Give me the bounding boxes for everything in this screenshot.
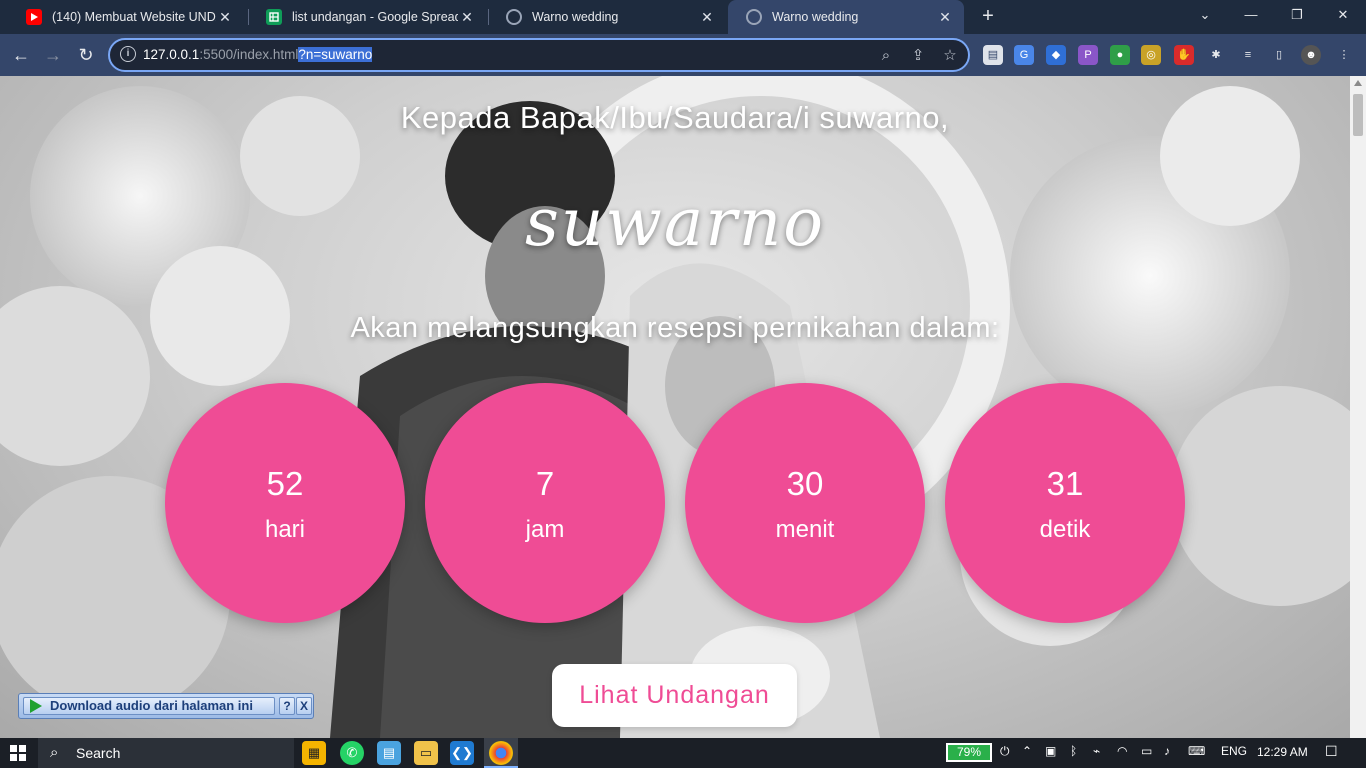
clock[interactable]: 12:29 AM — [1257, 745, 1308, 759]
translate-extension-icon[interactable]: G — [1014, 45, 1034, 65]
battery-icon[interactable]: ▭ — [1141, 744, 1152, 758]
url-text[interactable]: 127.0.0.1:5500/index.html?n=suwarno — [143, 47, 373, 62]
close-tab-icon[interactable]: ✕ — [216, 9, 234, 26]
audio-download-bar: Download audio dari halaman ini ? X — [18, 693, 314, 719]
side-panel-icon[interactable]: ▯ — [1269, 45, 1289, 65]
countdown-value: 31 — [1046, 465, 1084, 502]
search-label: Search — [76, 745, 121, 761]
search-icon: ⌕ — [50, 744, 59, 761]
countdown-value: 7 — [535, 465, 555, 502]
close-bar-button[interactable]: X — [296, 697, 312, 715]
adblock-extension-icon[interactable]: ✋ — [1174, 45, 1194, 65]
download-audio-button[interactable]: Download audio dari halaman ini — [23, 697, 275, 715]
page-viewport: Kepada Bapak/Ibu/Saudara/i suwarno, suwa… — [0, 76, 1350, 738]
tab-title: Warno wedding — [532, 10, 619, 24]
close-tab-icon[interactable]: ✕ — [698, 9, 716, 26]
show-hidden-icons-icon[interactable]: ⌃ — [1022, 744, 1032, 758]
forward-button[interactable]: → — [41, 43, 65, 67]
tab-warno-wedding-active[interactable]: Warno wedding ✕ — [728, 0, 964, 34]
keyboard-icon[interactable]: ⌨ — [1188, 744, 1205, 758]
tab-title: list undangan - Google Spreadsh — [292, 10, 458, 24]
pdf-extension-icon[interactable]: P — [1078, 45, 1098, 65]
play-icon — [30, 699, 42, 713]
file-explorer-icon[interactable]: ▭ — [414, 741, 438, 765]
countdown-unit: jam — [525, 516, 565, 543]
countdown-unit: menit — [775, 516, 835, 543]
bookmark-star-icon[interactable]: ☆ — [940, 46, 960, 66]
share-icon[interactable]: ⇪ — [908, 46, 928, 66]
restore-button[interactable]: ❐ — [1274, 0, 1320, 30]
site-info-icon[interactable]: i — [120, 46, 136, 62]
guest-name: suwarno — [524, 184, 825, 261]
globe-icon — [506, 9, 522, 25]
globe-icon — [746, 9, 762, 25]
earth-extension-icon[interactable]: ● — [1110, 45, 1130, 65]
url-host: 127.0.0.1 — [143, 47, 200, 62]
chrome-taskbar-active[interactable] — [484, 738, 518, 768]
reader-extension-icon[interactable]: ▤ — [983, 45, 1003, 65]
countdown-hours: 7 jam — [425, 383, 665, 623]
wifi-icon[interactable]: ◠ — [1117, 744, 1127, 758]
browser-menu-icon[interactable]: ⋮ — [1334, 45, 1354, 65]
tab-strip: (140) Membuat Website UNDAN ✕ list undan… — [0, 0, 1366, 34]
windows-start-icon[interactable] — [10, 745, 26, 761]
gem-extension-icon[interactable]: ◆ — [1046, 45, 1066, 65]
profile-avatar[interactable]: ☻ — [1301, 45, 1321, 65]
vscode-icon[interactable]: ❮❯ — [450, 741, 474, 765]
tab-search-icon[interactable]: ⌄ — [1182, 0, 1228, 30]
store-icon[interactable]: ▦ — [302, 741, 326, 765]
zoom-icon[interactable]: ⌕ — [876, 46, 896, 66]
countdown-days: 52 hari — [165, 383, 405, 623]
browser-toolbar: ← → ↻ i 127.0.0.1:5500/index.html?n=suwa… — [0, 34, 1366, 76]
extensions-puzzle-icon[interactable]: ✱ — [1206, 45, 1226, 65]
tab-title: (140) Membuat Website UNDAN — [52, 10, 216, 24]
reload-button[interactable]: ↻ — [74, 43, 98, 67]
countdown-minutes: 30 menit — [685, 383, 925, 623]
help-button[interactable]: ? — [279, 697, 295, 715]
url-query-selected: ?n=suwarno — [298, 47, 373, 62]
youtube-icon — [26, 9, 42, 25]
countdown-seconds: 31 detik — [945, 383, 1185, 623]
bluetooth-icon[interactable]: ᛒ — [1070, 744, 1077, 758]
back-button[interactable]: ← — [9, 43, 33, 67]
greeting-text: Kepada Bapak/Ibu/Saudara/i suwarno, — [400, 100, 950, 135]
media-control-icon[interactable]: ≡ — [1238, 45, 1258, 65]
download-audio-label: Download audio dari halaman ini — [50, 698, 253, 713]
windows-taskbar: ⌕ Search ▦ ✆ ▤ ▭ ❮❯ 79% ⏻ ⌃ ▣ ᛒ ⌁ ◠ ▭ ♪ … — [0, 738, 1366, 768]
minimize-button[interactable]: — — [1228, 0, 1274, 30]
tab-warno-wedding[interactable]: Warno wedding ✕ — [488, 0, 726, 34]
coin-extension-icon[interactable]: ◎ — [1141, 45, 1161, 65]
close-tab-icon[interactable]: ✕ — [936, 9, 954, 26]
countdown-value: 30 — [786, 465, 824, 502]
close-tab-icon[interactable]: ✕ — [458, 9, 476, 26]
countdown-value: 52 — [266, 465, 304, 502]
countdown-unit: hari — [264, 516, 306, 543]
notepad-icon[interactable]: ▤ — [377, 741, 401, 765]
taskbar-search[interactable]: ⌕ Search — [38, 738, 294, 768]
close-window-button[interactable]: ✕ — [1320, 0, 1366, 30]
tab-spreadsheet[interactable]: list undangan - Google Spreadsh ✕ — [248, 0, 486, 34]
chrome-icon — [489, 741, 513, 765]
notifications-icon[interactable]: ☐ — [1325, 743, 1338, 760]
power-icon[interactable]: ⏻ — [1000, 744, 1010, 759]
usb-icon[interactable]: ⌁ — [1093, 744, 1100, 758]
language-indicator[interactable]: ENG — [1221, 744, 1247, 758]
volume-icon[interactable]: ♪ — [1164, 744, 1170, 758]
tab-title: Warno wedding — [772, 10, 859, 24]
address-bar[interactable]: i 127.0.0.1:5500/index.html?n=suwarno ⌕ … — [108, 38, 970, 72]
sheets-icon — [266, 9, 282, 25]
view-invitation-button[interactable]: Lihat Undangan — [552, 664, 797, 727]
url-path: :5500/index.html — [199, 47, 299, 62]
wedding-couple-photo — [0, 76, 1350, 738]
network-drive-icon[interactable]: ▣ — [1045, 744, 1056, 758]
battery-indicator[interactable]: 79% — [946, 743, 992, 762]
tab-youtube[interactable]: (140) Membuat Website UNDAN ✕ — [8, 0, 244, 34]
whatsapp-icon[interactable]: ✆ — [340, 741, 364, 765]
scroll-up-arrow-icon[interactable] — [1354, 80, 1362, 86]
announcement-text: Akan melangsungkan resepsi pernikahan da… — [350, 312, 1000, 344]
scroll-thumb[interactable] — [1353, 94, 1363, 136]
new-tab-button[interactable]: + — [977, 5, 999, 27]
countdown-unit: detik — [1039, 516, 1091, 543]
page-scrollbar[interactable] — [1350, 76, 1366, 738]
